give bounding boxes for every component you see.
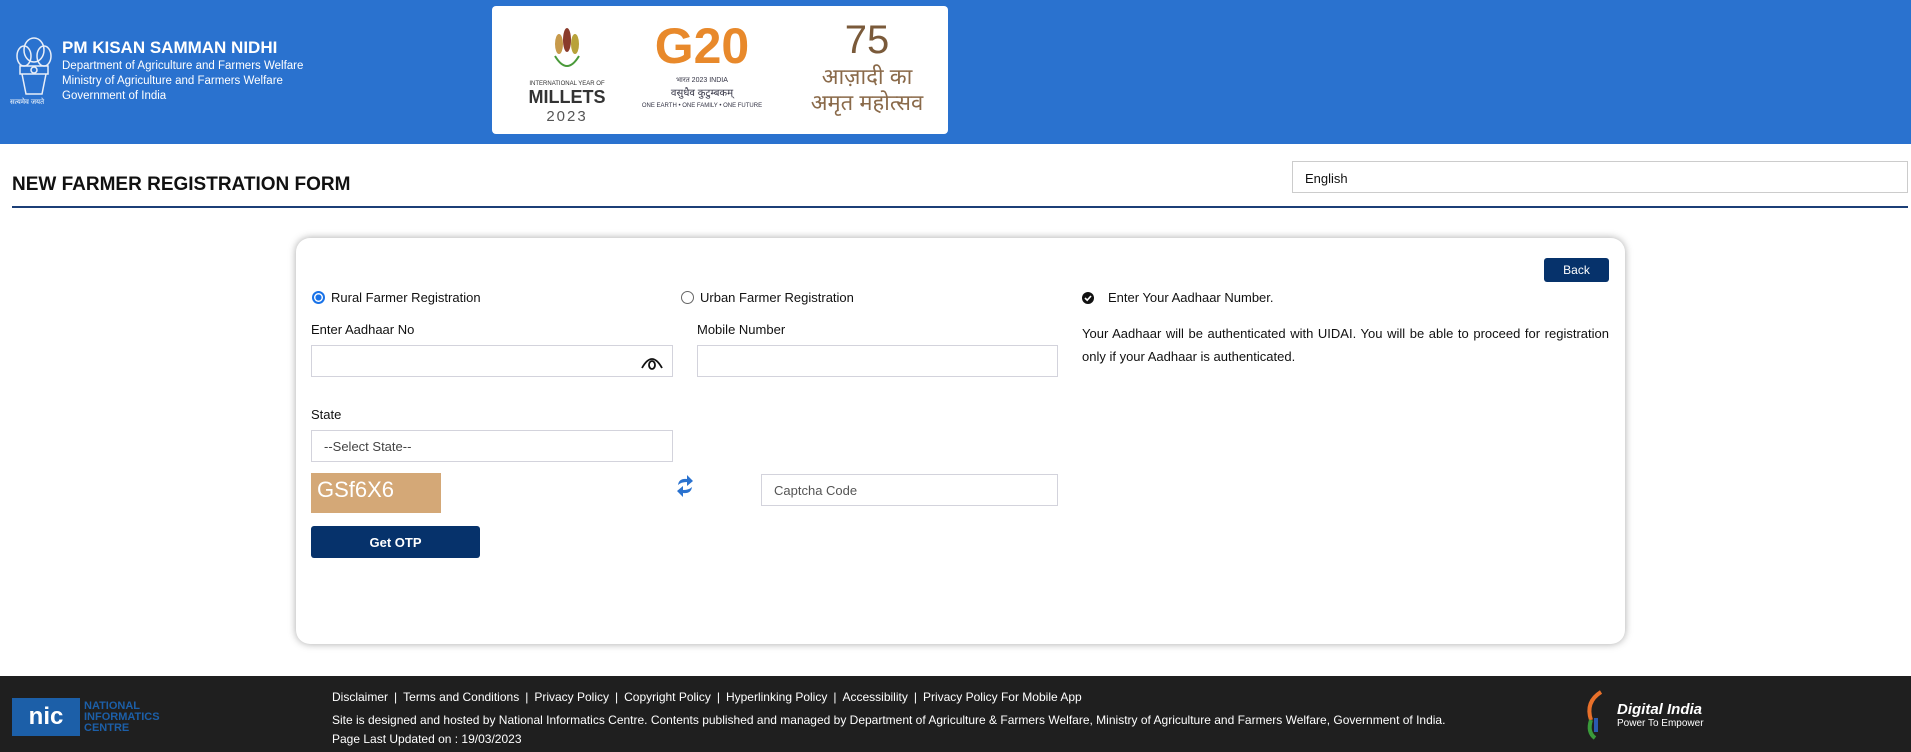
copyright-policy-link[interactable]: Copyright Policy [624,690,711,704]
hyperlinking-policy-link[interactable]: Hyperlinking Policy [726,690,827,704]
disclaimer-link[interactable]: Disclaimer [332,690,388,704]
ministry-name: Ministry of Agriculture and Farmers Welf… [62,75,283,87]
site-header: सत्यमेव जयते PM KISAN SAMMAN NIDHI Depar… [0,0,1911,144]
footer-links: Disclaimer | Terms and Conditions | Privac… [332,690,1082,704]
urban-radio[interactable] [681,291,694,304]
mobile-input[interactable] [697,345,1058,377]
refresh-captcha-icon[interactable] [675,474,695,498]
aadhaar-info-text: Your Aadhaar will be authenticated with … [1082,326,1609,364]
nic-logo: nic NATIONAL INFORMATICS CENTRE [12,698,160,736]
rural-radio[interactable] [312,291,325,304]
captcha-input[interactable]: Captcha Code [761,474,1058,506]
millets-logo: INTERNATIONAL YEAR OF MILLETS 2023 [512,26,622,125]
get-otp-button[interactable]: Get OTP [311,526,480,558]
digital-india-logo: Digital India Power To Empower [1581,690,1704,740]
site-footer: nic NATIONAL INFORMATICS CENTRE Disclaimer… [0,676,1911,752]
terms-link[interactable]: Terms and Conditions [403,690,519,704]
site-title: PM KISAN SAMMAN NIDHI [62,38,278,57]
check-circle-icon [1082,291,1094,304]
government-name: Government of India [62,90,167,102]
mobile-app-privacy-link[interactable]: Privacy Policy For Mobile App [923,690,1082,704]
hosted-by-text: Site is designed and hosted by National … [332,713,1446,727]
millet-stalks-icon [554,28,580,67]
national-emblem-icon [16,37,52,95]
emblem-caption: सत्यमेव जयते [10,99,45,106]
state-label: State [311,407,342,422]
g20-logo: G20 भारत 2023 INDIA वसुधैव कुटुम्बकम् ON… [641,18,763,109]
rural-registration-option[interactable]: Rural Farmer Registration [312,290,481,305]
language-select[interactable]: English [1292,161,1908,193]
eye-icon[interactable] [640,354,664,370]
digital-india-mark-icon [1587,690,1603,740]
privacy-policy-link[interactable]: Privacy Policy [534,690,609,704]
state-select[interactable]: --Select State-- [311,430,673,462]
accessibility-link[interactable]: Accessibility [842,690,907,704]
aadhaar-label: Enter Aadhaar No [311,322,415,337]
aadhaar-input[interactable] [311,345,673,377]
mobile-label: Mobile Number [697,322,786,337]
last-updated: Page Last Updated on : 19/03/2023 [332,732,522,746]
page-title: NEW FARMER REGISTRATION FORM [12,174,351,195]
azadi-ka-amrit-mahotsav-logo: 75 आज़ादी का अमृत महोत्सव [810,18,924,115]
captcha-image: GSf6X6 [311,473,441,513]
back-button[interactable]: Back [1544,258,1609,282]
info-step: Enter Your Aadhaar Number. [1082,290,1274,305]
department-name: Department of Agriculture and Farmers We… [62,60,304,72]
urban-registration-option[interactable]: Urban Farmer Registration [681,290,854,305]
campaign-logos: INTERNATIONAL YEAR OF MILLETS 2023 G20 भ… [492,6,948,134]
divider [12,206,1908,208]
